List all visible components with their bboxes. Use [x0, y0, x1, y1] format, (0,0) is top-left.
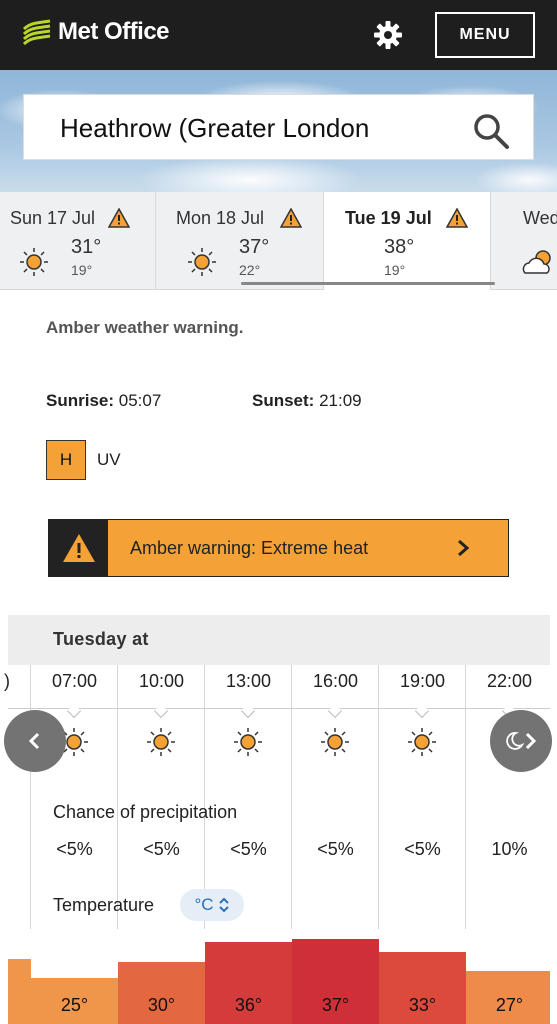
precip-value: 10% — [491, 839, 528, 859]
chevron-right-icon — [458, 539, 470, 557]
unit-label: °C — [194, 895, 214, 914]
hour-time: 19:00 — [399, 671, 446, 691]
precip-value: <5% — [230, 839, 267, 859]
day-tab-tue[interactable]: Tue 19 Jul 38° 19° — [324, 192, 490, 290]
temperature-value: 37° — [321, 995, 350, 1015]
sunrise-value: 05:07 — [118, 391, 162, 410]
sunset: Sunset: 21:09 — [252, 391, 362, 411]
sun-icon — [408, 728, 436, 756]
day-scroll-indicator — [241, 282, 495, 285]
hour-marker — [66, 703, 82, 719]
hour-marker — [414, 703, 430, 719]
day-tab-sun[interactable]: Sun 17 Jul 31° 19° — [0, 192, 155, 290]
hour-time: 13:00 — [225, 671, 272, 691]
sun-icon — [188, 248, 216, 276]
temperature-bar — [8, 959, 31, 1024]
search-icon[interactable] — [472, 112, 510, 150]
hourly-next-button[interactable] — [490, 710, 552, 772]
temperature-value: 33° — [408, 995, 437, 1015]
precip-value: <5% — [56, 839, 93, 859]
warning-triangle-icon — [280, 208, 302, 228]
hourly-table: ) 07:00 <5% 10:00 <5% 13:00 <5% 16:00 <5… — [4, 665, 550, 1024]
hourly-title: Tuesday at — [53, 629, 149, 649]
day-selector: Sun 17 Jul 31° 19° Mon 18 Jul 37° 22° Tu… — [0, 192, 557, 290]
temperature-title: Temperature — [53, 895, 155, 915]
day-tab-wed[interactable]: Wed — [491, 192, 557, 290]
hour-time: 16:00 — [312, 671, 359, 691]
precip-value: <5% — [317, 839, 354, 859]
sun-icon — [20, 248, 48, 276]
day-tab-mon[interactable]: Mon 18 Jul 37° 22° — [156, 192, 323, 290]
temperature-value: 27° — [495, 995, 524, 1015]
uv-label: UV — [97, 450, 121, 469]
warning-body: Amber warning: Extreme heat — [108, 520, 508, 576]
hourly-forecast: Tuesday at ) 07:00 <5% 10:00 <5% 13:00 <… — [4, 615, 552, 1024]
amber-warning-banner[interactable]: Amber warning: Extreme heat — [48, 519, 509, 577]
day-low-temp: 22° — [239, 262, 261, 278]
met-office-logo[interactable]: Met Office — [22, 18, 170, 46]
sunset-value: 21:09 — [319, 391, 362, 410]
temperature-value: 30° — [147, 995, 176, 1015]
hour-marker — [327, 703, 343, 719]
day-label: Sun 17 Jul — [10, 208, 96, 228]
unit-toggle-arrows-icon — [218, 897, 229, 913]
precip-value: <5% — [404, 839, 441, 859]
day-high-temp: 31° — [71, 236, 102, 258]
hour-marker — [153, 703, 169, 719]
day-label: Wed — [523, 208, 557, 228]
logo-text: Met Office — [58, 18, 170, 45]
chevron-left-icon — [28, 732, 40, 750]
day-label: Mon 18 Jul — [176, 208, 265, 228]
day-low-temp: 19° — [384, 262, 406, 278]
moon-and-chevron-icon — [506, 732, 537, 750]
sun-icon — [321, 728, 349, 756]
sun-icon — [147, 728, 175, 756]
day-label: Tue 19 Jul — [345, 208, 432, 228]
amber-warning-text: Amber weather warning. — [46, 318, 244, 337]
warning-text: Amber warning: Extreme heat — [130, 538, 369, 558]
temperature-value: 25° — [60, 995, 89, 1015]
warning-triangle-icon — [108, 208, 130, 228]
temperature-value: 36° — [234, 995, 263, 1015]
hour-time: 10:00 — [138, 671, 185, 691]
precip-value: <5% — [143, 839, 180, 859]
sunset-label: Sunset: — [252, 391, 315, 410]
site-header: Met Office MENU — [0, 0, 557, 70]
menu-button[interactable]: MENU — [435, 12, 535, 58]
day-low-temp: 19° — [71, 262, 93, 278]
met-office-logo-icon — [22, 19, 51, 45]
gear-icon[interactable] — [373, 20, 403, 50]
hourly-prev-button[interactable] — [4, 710, 66, 772]
location-search-input[interactable] — [60, 111, 420, 145]
uv-index-badge[interactable]: H — [46, 440, 86, 480]
day-high-temp: 37° — [239, 236, 270, 258]
location-search — [23, 94, 534, 160]
day-high-temp: 38° — [384, 236, 415, 258]
partial-hour-label: ) — [4, 671, 10, 691]
warning-icon-box — [49, 520, 108, 576]
sunrise: Sunrise: 05:07 — [46, 391, 161, 411]
precip-title: Chance of precipitation — [53, 802, 238, 822]
sun-icon — [234, 728, 262, 756]
hour-marker — [240, 703, 256, 719]
warning-triangle-icon — [446, 208, 468, 228]
unit-toggle[interactable]: °C — [180, 889, 244, 921]
warning-triangle-icon — [62, 534, 95, 562]
hour-time: 07:00 — [51, 671, 98, 691]
sunrise-label: Sunrise: — [46, 391, 115, 410]
sun-cloud-icon — [522, 250, 551, 274]
hour-time: 22:00 — [486, 671, 533, 691]
